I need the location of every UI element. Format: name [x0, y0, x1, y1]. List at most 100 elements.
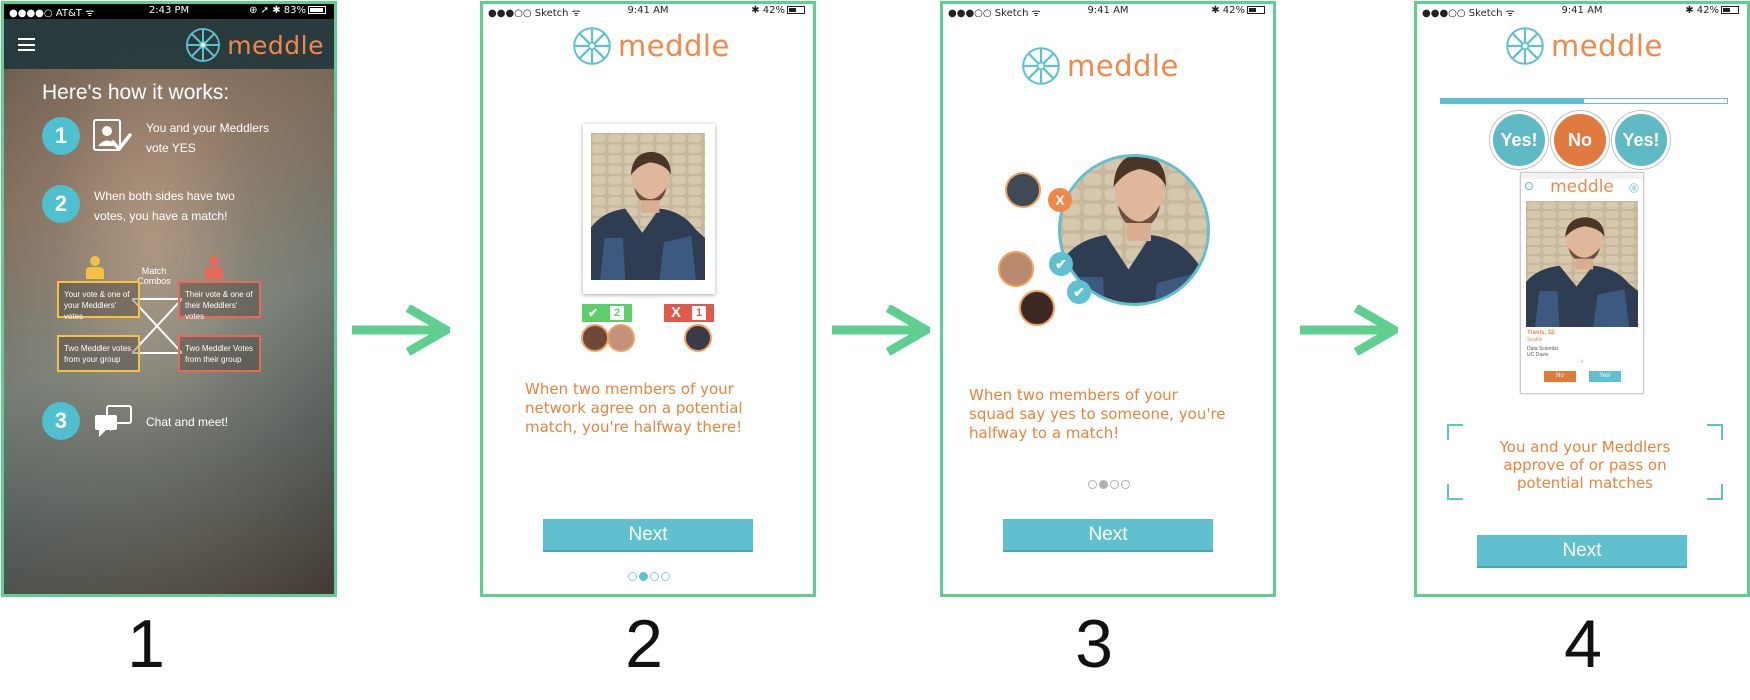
status-right: ✱ 42%: [1211, 5, 1265, 16]
mini-brand-name: meddle: [1550, 177, 1614, 197]
vote-card-check-icon: [93, 119, 132, 151]
profile-card[interactable]: [583, 124, 715, 294]
page-dot[interactable]: [628, 572, 637, 581]
combo-box-their-group: Two Meddler Votes from their group: [178, 335, 261, 372]
caption-line-2: squad say yes to someone, you're: [969, 405, 1226, 423]
voter-avatar: [581, 324, 609, 352]
status-bar: ●●●○○ Sketch ᯤ 9:41 AM ✱ 42%: [483, 4, 813, 19]
next-button[interactable]: Next: [543, 519, 753, 552]
vote-bubble-no: No: [1551, 111, 1609, 169]
no-vote-badge: X 1: [664, 304, 714, 322]
snowflake-logo-icon: [1022, 47, 1060, 85]
mini-snowflake-icon: [1629, 183, 1639, 193]
combo-1-line-1: Your vote & one of: [64, 290, 130, 299]
battery-icon: [1721, 6, 1739, 14]
mini-profile-name: Travis, 32: [1527, 330, 1555, 336]
combo-4-line-2: from their group: [185, 355, 242, 364]
combo-1-line-2: your Meddlers' votes: [64, 301, 117, 321]
yes-check-icon: ✔: [1067, 280, 1091, 304]
page-dot[interactable]: [1121, 480, 1130, 489]
combo-4-line-1: Two Meddler Votes: [185, 344, 254, 353]
next-button[interactable]: Next: [1003, 519, 1213, 552]
yes-check-icon: ✔: [1049, 252, 1073, 276]
status-bar: ●●●○○ Sketch ᯤ 9:41 AM ✱ 42%: [1417, 4, 1747, 19]
caption-line-3: potential matches: [1517, 474, 1653, 492]
squad-member-avatar: [998, 251, 1034, 287]
voter-avatar: [607, 324, 635, 352]
onboarding-caption: When two members of your squad say yes t…: [969, 386, 1226, 443]
chat-bubbles-icon: [95, 405, 132, 437]
status-indicators: ⊕ ➚ ✱ 83%: [249, 5, 306, 16]
step-1-text: You and your Meddlers vote YES: [146, 118, 269, 158]
phone-screen-1: ●●●●○ AT&T ᯤ 2:43 PM ⊕ ➚ ✱ 83% meddle He…: [1, 1, 337, 597]
brand-name: meddle: [618, 29, 730, 63]
caption-line-3: match, you're halfway there!: [525, 418, 743, 436]
page-dot[interactable]: [1110, 480, 1119, 489]
brand-name: meddle: [1067, 49, 1179, 83]
onboarding-caption: You and your Meddlers approve of or pass…: [1457, 438, 1713, 492]
brand-logo: meddle: [185, 27, 324, 63]
flow-arrow-icon: [352, 305, 450, 355]
your-side-person-icon: [86, 256, 104, 279]
mini-profile-school: UC Davis: [1527, 352, 1549, 358]
step-3-text: Chat and meet!: [146, 415, 229, 429]
flow-arrow-icon: [1300, 305, 1398, 355]
page-dot-active[interactable]: [1099, 480, 1108, 489]
page-dot[interactable]: [661, 572, 670, 581]
step-1-line-2: vote YES: [146, 141, 196, 155]
combo-3-line-2: from your group: [64, 355, 121, 364]
combo-3-line-1: Two Meddler votes: [64, 344, 132, 353]
next-button[interactable]: Next: [1477, 535, 1687, 568]
caption-line-1: When two members of your: [525, 380, 734, 398]
combo-box-your-vote: Your vote & one of your Meddlers' votes: [57, 281, 140, 321]
phone-screen-3: ●●●○○ Sketch ᯤ 9:41 AM ✱ 42% meddle X ✔ …: [940, 1, 1276, 597]
step-number-label: 4: [1564, 606, 1602, 682]
battery-icon: [787, 6, 805, 14]
phone-screen-2: ●●●○○ Sketch ᯤ 9:41 AM ✱ 42% meddle ✔ 2 …: [480, 1, 816, 597]
vote-bubble-yes: Yes!: [1490, 111, 1548, 169]
step-1-badge: 1: [42, 117, 80, 155]
onboarding-caption: When two members of your network agree o…: [525, 380, 743, 437]
battery-icon: [1247, 6, 1265, 14]
app-header: meddle: [4, 19, 334, 69]
hamburger-menu-icon[interactable]: [18, 38, 35, 51]
status-right: ✱ 42%: [1685, 5, 1739, 16]
caption-line-3: halfway to a match!: [969, 424, 1120, 442]
their-side-person-icon: [205, 256, 223, 279]
snowflake-logo-icon: [573, 27, 611, 65]
step-2-line-2: votes, you have a match!: [94, 209, 228, 223]
no-vote-mark-icon: X: [1048, 188, 1072, 212]
vote-bubble-yes: Yes!: [1612, 111, 1670, 169]
status-bar: ●●●●○ AT&T ᯤ 2:43 PM ⊕ ➚ ✱ 83%: [4, 4, 334, 19]
vote-progress-fill: [1441, 99, 1584, 103]
step-2-text: When both sides have two votes, you have…: [94, 186, 235, 226]
step-1-line-1: You and your Meddlers: [146, 121, 269, 135]
mini-profile-photo: [1526, 201, 1638, 327]
vote-progress-bar: [1440, 98, 1728, 104]
combo-box-your-group: Two Meddler votes from your group: [57, 335, 140, 372]
combo-box-their-vote: Their vote & one of their Meddlers' vote…: [178, 281, 261, 321]
combo-2-line-1: Their vote & one of: [185, 290, 253, 299]
status-right: ✱ 42%: [751, 5, 805, 16]
page-dot[interactable]: [1088, 480, 1097, 489]
phone-screen-4: ●●●○○ Sketch ᯤ 9:41 AM ✱ 42% meddle Yes!…: [1414, 1, 1750, 597]
mini-yes-button: Yes!: [1589, 371, 1621, 382]
no-vote-count: 1: [692, 306, 706, 320]
match-combos-line-2: Combos: [137, 276, 171, 286]
caption-line-2: network agree on a potential: [525, 399, 743, 417]
step-number-label: 3: [1075, 606, 1113, 682]
step-2-badge: 2: [42, 185, 80, 223]
brand-logo: meddle: [1021, 46, 1179, 86]
flow-arrow-icon: [832, 305, 930, 355]
page-dot-active[interactable]: [639, 572, 648, 581]
mini-app-preview: meddle Travis, 32 Seattle Data Scientist…: [1520, 172, 1644, 394]
page-indicator: [1088, 480, 1130, 489]
match-combos-label: Match Combos: [134, 266, 174, 286]
caption-line-1: You and your Meddlers: [1499, 438, 1671, 456]
page-indicator: [628, 572, 670, 581]
page-dot[interactable]: [650, 572, 659, 581]
yes-vote-count: 2: [610, 306, 624, 320]
snowflake-logo-icon: [1506, 27, 1544, 65]
squad-member-avatar: [1005, 172, 1041, 208]
step-number-label: 1: [127, 606, 165, 682]
